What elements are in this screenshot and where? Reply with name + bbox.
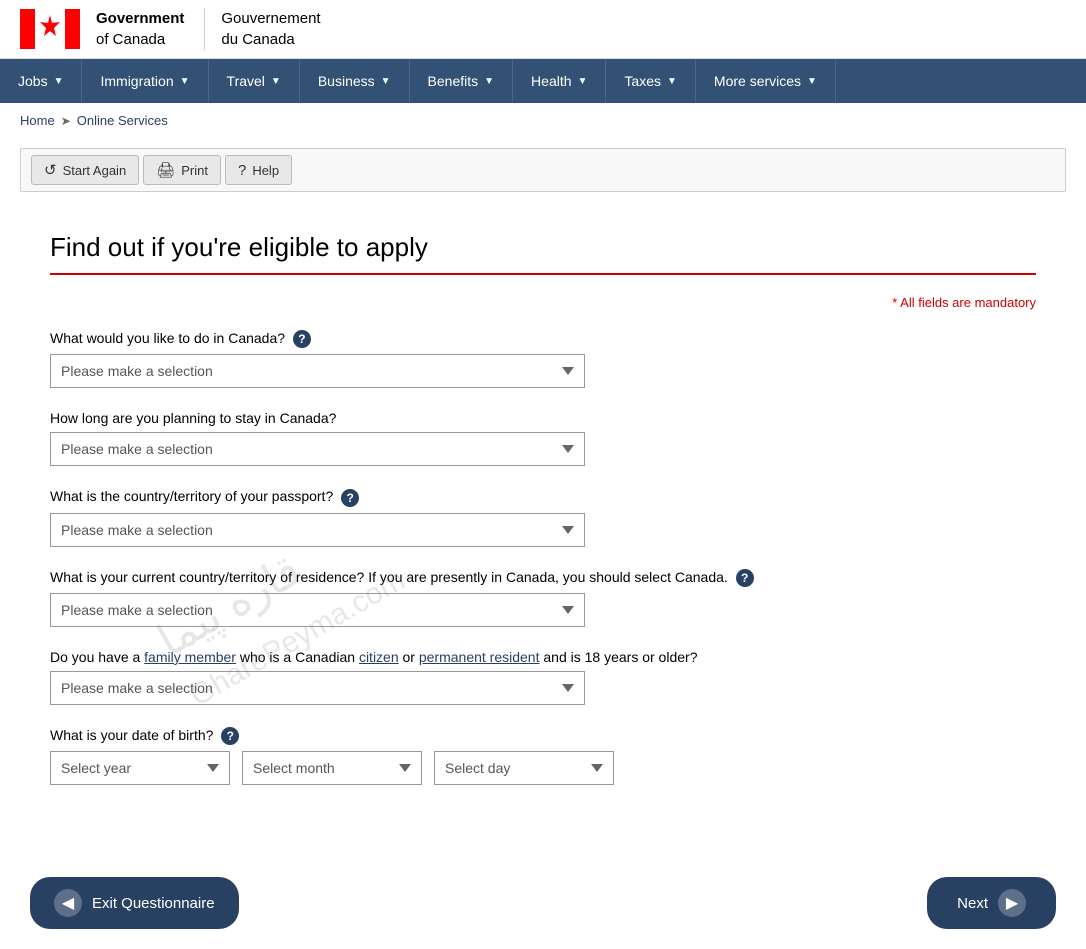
question-1-label: What would you like to do in Canada? ? [50, 330, 1036, 348]
jobs-arrow-icon: ▼ [54, 76, 64, 87]
breadcrumb: Home ➤ Online Services [0, 103, 1086, 138]
nav-health[interactable]: Health ▼ [513, 59, 606, 103]
print-button[interactable]: 🖨 Print [143, 155, 221, 185]
exit-questionnaire-button[interactable]: ◀ Exit Questionnaire [30, 877, 239, 929]
nav-immigration[interactable]: Immigration ▼ [82, 59, 208, 103]
bottom-navigation: ◀ Exit Questionnaire Next ▶ [20, 877, 1066, 929]
gov-name-french: Gouvernementdu Canada [204, 8, 320, 50]
help-button[interactable]: ? Help [225, 155, 292, 185]
question-1-select[interactable]: Please make a selection [50, 354, 585, 388]
dob-year-select[interactable]: Select year [50, 751, 230, 785]
question-6-label: What is your date of birth? ? [50, 727, 1036, 745]
q4-help-icon[interactable]: ? [736, 569, 754, 587]
q1-help-icon[interactable]: ? [293, 330, 311, 348]
question-1-group: What would you like to do in Canada? ? P… [50, 330, 1036, 388]
nav-more-services[interactable]: More services ▼ [696, 59, 836, 103]
exit-left-arrow-icon: ◀ [54, 889, 82, 917]
main-content: Find out if you're eligible to apply * A… [20, 212, 1066, 847]
immigration-arrow-icon: ▼ [180, 76, 190, 87]
gov-name-english: Governmentof Canada [96, 8, 184, 50]
page-title: Find out if you're eligible to apply [50, 232, 1036, 275]
q6-help-icon[interactable]: ? [221, 727, 239, 745]
question-2-label: How long are you planning to stay in Can… [50, 410, 1036, 426]
content-wrapper: قاره پیماGharePeyma.com Find out if you'… [0, 212, 1086, 847]
nav-benefits[interactable]: Benefits ▼ [410, 59, 514, 103]
health-arrow-icon: ▼ [578, 76, 588, 87]
nav-business[interactable]: Business ▼ [300, 59, 410, 103]
start-again-button[interactable]: ↺ Start Again [31, 155, 139, 185]
breadcrumb-separator: ➤ [61, 114, 71, 128]
question-3-label: What is the country/territory of your pa… [50, 488, 1036, 506]
taxes-arrow-icon: ▼ [667, 76, 677, 87]
logo-area: Governmentof Canada Gouvernementdu Canad… [20, 8, 321, 50]
benefits-arrow-icon: ▼ [484, 76, 494, 87]
next-right-arrow-icon: ▶ [998, 889, 1026, 917]
travel-arrow-icon: ▼ [271, 76, 281, 87]
help-icon: ? [238, 162, 246, 179]
toolbar: ↺ Start Again 🖨 Print ? Help [20, 148, 1066, 192]
canada-flag [20, 9, 80, 49]
question-6-group: What is your date of birth? ? Select yea… [50, 727, 1036, 785]
nav-travel[interactable]: Travel ▼ [209, 59, 300, 103]
question-4-label: What is your current country/territory o… [50, 569, 1036, 587]
question-3-group: What is the country/territory of your pa… [50, 488, 1036, 546]
question-5-group: Do you have a family member who is a Can… [50, 649, 1036, 705]
dob-day-select[interactable]: Select day [434, 751, 614, 785]
mandatory-note: * All fields are mandatory [50, 295, 1036, 310]
question-4-group: What is your current country/territory o… [50, 569, 1036, 627]
question-3-select[interactable]: Please make a selection [50, 513, 585, 547]
nav-jobs[interactable]: Jobs ▼ [0, 59, 82, 103]
more-services-arrow-icon: ▼ [807, 76, 817, 87]
next-button[interactable]: Next ▶ [927, 877, 1056, 929]
start-again-icon: ↺ [44, 161, 57, 179]
dob-row: Select year Select month Select day [50, 751, 1036, 785]
nav-taxes[interactable]: Taxes ▼ [606, 59, 695, 103]
question-5-select[interactable]: Please make a selection [50, 671, 585, 705]
main-navigation: Jobs ▼ Immigration ▼ Travel ▼ Business ▼… [0, 59, 1086, 103]
question-2-group: How long are you planning to stay in Can… [50, 410, 1036, 466]
question-5-label: Do you have a family member who is a Can… [50, 649, 1036, 665]
print-icon: 🖨 [156, 161, 175, 179]
citizen-link[interactable]: citizen [359, 649, 399, 665]
family-member-link[interactable]: family member [144, 649, 236, 665]
dob-month-select[interactable]: Select month [242, 751, 422, 785]
breadcrumb-online-services[interactable]: Online Services [77, 113, 168, 128]
permanent-resident-link[interactable]: permanent resident [419, 649, 540, 665]
business-arrow-icon: ▼ [381, 76, 391, 87]
question-4-select[interactable]: Please make a selection [50, 593, 585, 627]
breadcrumb-home[interactable]: Home [20, 113, 55, 128]
q3-help-icon[interactable]: ? [341, 489, 359, 507]
header: Governmentof Canada Gouvernementdu Canad… [0, 0, 1086, 59]
question-2-select[interactable]: Please make a selection [50, 432, 585, 466]
